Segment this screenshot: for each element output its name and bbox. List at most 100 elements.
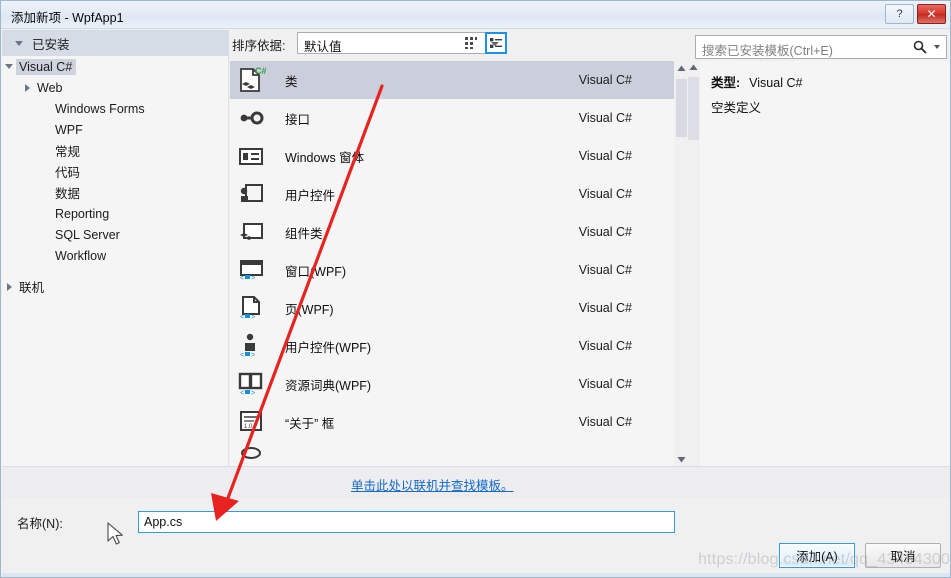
template-item-name: 类 [285,71,298,90]
tree-item-label: Windows Forms [52,101,149,117]
template-list: C#类Visual C#接口Visual C#Windows 窗体Visual … [230,61,686,466]
svg-text:1.0: 1.0 [244,424,253,430]
template-item-name: “关于” 框 [285,413,334,432]
template-item-language: Visual C# [579,263,632,277]
template-item[interactable]: <> 用户控件(WPF) Visual C# [230,327,686,365]
details-panel: 类型:Visual C# 空类定义 [687,61,951,466]
svg-text:<: < [240,314,244,321]
detail-type-value: Visual C# [749,76,802,90]
installed-header[interactable]: 已安装 [2,30,229,56]
wpf-page-icon: <> [235,292,267,324]
resource-dictionary-icon: <> [235,368,267,400]
template-item[interactable]: <>资源词典(WPF)Visual C# [230,365,686,403]
template-item-name: 页(WPF) [285,299,334,318]
template-item[interactable]: <>窗口(WPF)Visual C# [230,251,686,289]
template-item-name: 用户控件(WPF) [285,337,371,356]
chevron-right-icon[interactable] [20,84,34,92]
wpf-window-icon: <> [235,254,267,286]
name-input[interactable] [138,511,675,533]
search-dropdown-icon[interactable] [934,45,940,49]
scroll-down-arrow-icon[interactable] [674,452,688,466]
template-item[interactable]: 组件类Visual C# [230,213,686,251]
sort-bar: 排序依据: 默认值 [230,30,686,56]
tree-item[interactable]: Reporting [2,203,228,224]
template-item[interactable]: 接口Visual C# [230,99,686,137]
tree-item[interactable]: 数据 [2,182,228,203]
help-button[interactable]: ? [885,4,914,24]
add-new-item-dialog: 添加新项 - WpfApp1 ? ✕ 已安装 排序依据: 默认值 [0,0,951,578]
template-item[interactable]: Windows 窗体 Visual C# [230,137,686,175]
scrollbar-thumb[interactable] [688,77,699,140]
grid-icon [463,35,479,51]
template-item-language: Visual C# [579,149,632,163]
tree-item-label: 代码 [52,161,84,182]
scrollbar-thumb[interactable] [676,79,687,137]
template-item-language: Visual C# [579,339,632,353]
chevron-down-icon [15,41,23,46]
list-view-button[interactable] [485,32,507,54]
tree-item-label: 常规 [52,140,84,161]
svg-text:C#: C# [255,66,266,76]
search-placeholder: 搜索已安装模板(Ctrl+E) [702,40,833,59]
online-templates-link[interactable]: 单击此处以联机并查找模板。 [351,475,514,494]
window-title: 添加新项 - WpfApp1 [11,7,124,26]
class-icon: C# [235,64,267,96]
template-item[interactable]: 用户控件 Visual C# [230,175,686,213]
tree-item-label: 联机 [16,276,48,297]
tree-item[interactable]: SQL Server [2,224,228,245]
template-list-scrollbar[interactable] [674,61,688,466]
cancel-button[interactable]: 取消 [865,543,941,568]
scroll-up-arrow-icon[interactable] [687,61,700,74]
user-control-icon [235,178,267,210]
template-item-language: Visual C# [579,73,632,87]
template-item-name: Windows 窗体 [285,147,364,166]
add-button[interactable]: 添加(A) [779,543,855,568]
tree-item[interactable]: Web [2,77,228,98]
list-icon [489,36,503,50]
about-box-icon: 1.0 [235,406,267,438]
template-item-language: Visual C# [579,187,632,201]
tree-item[interactable]: Visual C# [2,56,228,77]
details-scrollbar[interactable] [687,61,700,466]
close-icon: ✕ [926,7,936,21]
tree-item[interactable]: 代码 [2,161,228,182]
component-class-icon [235,216,267,248]
tree-item-label: Reporting [52,206,113,222]
tiles-view-button[interactable] [460,32,482,54]
tree-item[interactable]: Windows Forms [2,98,228,119]
tree-item-label: SQL Server [52,227,124,243]
scroll-up-arrow-icon[interactable] [674,61,688,75]
tree-item[interactable]: 常规 [2,140,228,161]
cancel-button-label: 取消 [890,546,915,565]
installed-label: 已安装 [32,34,70,53]
tree-item-label: WPF [52,122,87,138]
tree-item-label: 数据 [52,182,84,203]
template-item[interactable]: 1.0 “关于” 框 Visual C# [230,403,686,441]
search-box[interactable]: 搜索已安装模板(Ctrl+E) [695,35,947,59]
windows-form-icon [235,140,267,172]
chevron-right-icon[interactable] [2,283,16,291]
svg-text:<: < [240,390,244,397]
detail-description: 空类定义 [711,97,761,116]
template-item-name: 用户控件 [285,185,335,204]
question-mark-icon: ? [896,8,902,20]
close-button[interactable]: ✕ [917,4,946,24]
wpf-usercontrol-icon: <> [235,330,267,362]
chevron-down-icon[interactable] [2,64,16,69]
interface-icon [235,102,267,134]
template-item-name: 接口 [285,109,310,128]
tree-item[interactable]: WPF [2,119,228,140]
tree-item[interactable]: 联机 [2,276,228,297]
detail-type-row: 类型:Visual C# [711,72,802,91]
template-item-partial[interactable] [230,441,686,466]
sort-selected-value: 默认值 [304,36,342,55]
template-item-language: Visual C# [579,415,632,429]
svg-text:>: > [251,314,255,321]
svg-text:<: < [240,352,244,359]
template-item-language: Visual C# [579,377,632,391]
template-item[interactable]: C# 类 Visual C# [230,61,686,99]
tree-item[interactable]: Workflow [2,245,228,266]
template-item-name: 组件类 [285,223,323,242]
template-item[interactable]: <>页(WPF)Visual C# [230,289,686,327]
link-band: 单击此处以联机并查找模板。 [2,466,951,498]
